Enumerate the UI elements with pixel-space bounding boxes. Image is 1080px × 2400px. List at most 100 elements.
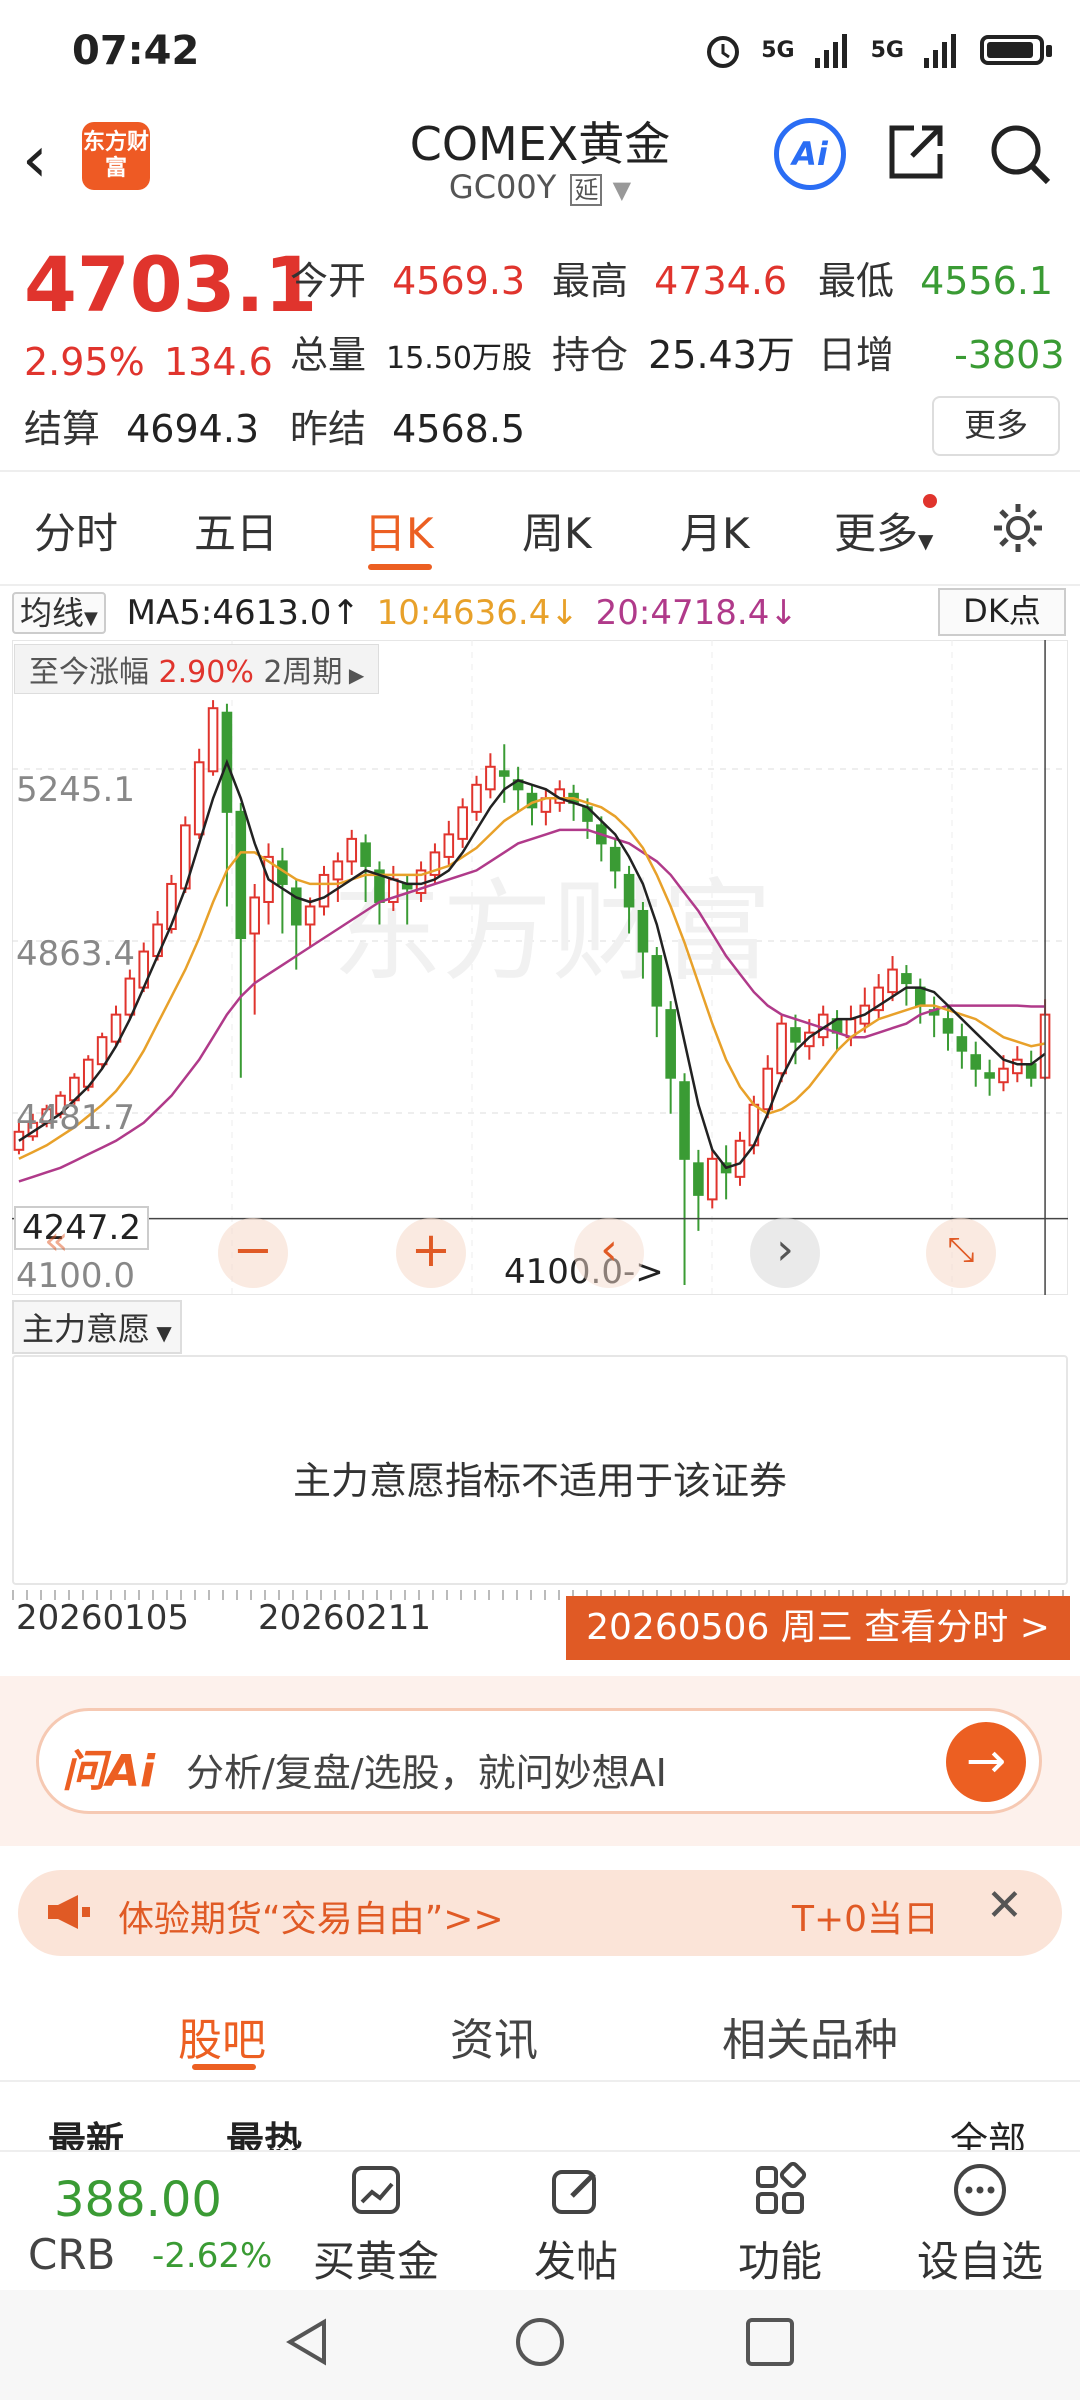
candle-body: [984, 1072, 995, 1079]
buy-gold-button[interactable]: 买黄金: [306, 2162, 446, 2289]
post-button[interactable]: 发帖: [506, 2162, 646, 2289]
daily-inc-value: -3803: [954, 333, 1065, 377]
chevron-down-icon: ▼: [612, 176, 632, 204]
low-label: 最低: [818, 259, 895, 303]
promo-text[interactable]: 体验期货“交易自由”>>: [118, 1890, 504, 1942]
chevron-down-icon: ▼: [150, 1321, 172, 1345]
share-icon[interactable]: [884, 120, 948, 184]
indicator-dropdown[interactable]: 主力意愿 ▼: [12, 1300, 182, 1354]
ai-button[interactable]: Ai: [774, 118, 846, 190]
notification-dot: [923, 494, 938, 508]
candle-body: [706, 1157, 718, 1201]
indicator-dropdown-label: 主力意愿: [22, 1310, 151, 1348]
candle-body: [249, 896, 260, 935]
ma-dropdown-label: 均线: [20, 594, 85, 632]
candle-body: [360, 842, 371, 867]
tab-daily-k[interactable]: 日K: [364, 500, 434, 561]
candle-body: [193, 761, 205, 836]
gain-label: 至今涨幅: [29, 655, 149, 690]
functions-label: 功能: [737, 2237, 822, 2286]
arrow-down-icon-2: ↓: [769, 593, 798, 633]
more-dots-icon: [954, 2164, 1006, 2216]
candle-body: [679, 1081, 690, 1160]
status-bar: 07:42 5G 5G: [0, 0, 1080, 100]
tab-more-label: 更多: [834, 509, 919, 558]
change-value: 134.6: [164, 340, 273, 384]
ai-search-input[interactable]: 分析/复盘/选股，就问妙想AI: [186, 1742, 667, 1797]
crb-name[interactable]: CRB: [28, 2230, 115, 2279]
close-icon[interactable]: ✕: [986, 1880, 1023, 1931]
nav-recents-icon[interactable]: [744, 2316, 796, 2368]
crb-value[interactable]: 388.00: [54, 2172, 222, 2228]
search-icon[interactable]: [986, 120, 1054, 188]
battery-icon: [980, 35, 1052, 65]
tab-monthly-k[interactable]: 月K: [680, 500, 750, 561]
grid-icon: [756, 2161, 807, 2214]
add-watchlist-button[interactable]: 设自选: [910, 2162, 1050, 2289]
oi-cell: 持仓 25.43万: [552, 324, 795, 379]
tab-weekly-k[interactable]: 周K: [522, 500, 592, 561]
candle-body: [637, 909, 649, 953]
scroll-right-button[interactable]: ›: [750, 1218, 820, 1288]
candle-body: [471, 783, 482, 813]
alarm-icon: [707, 36, 740, 68]
signal-5g-2: 5G: [870, 37, 904, 63]
tab-related[interactable]: 相关品种: [722, 2004, 898, 2068]
candle-body: [346, 837, 358, 863]
tab-guba[interactable]: 股吧: [178, 2004, 266, 2068]
signal-5g-1: 5G: [761, 37, 795, 63]
ma10-value: 10:4636.4: [376, 593, 551, 633]
signal-icon: [814, 34, 847, 68]
k-line-chart[interactable]: 东方财富: [12, 640, 1068, 1295]
date-start: 20260105: [16, 1598, 190, 1638]
dk-points-button[interactable]: DK点: [938, 588, 1066, 636]
indicator-message: 主力意愿指标不适用于该证券: [292, 1459, 787, 1503]
arrow-down-icon: ↓: [550, 593, 579, 633]
tab-more[interactable]: 更多▼: [834, 494, 938, 561]
gain-period: 2周期: [263, 655, 343, 690]
candle-body: [970, 1054, 982, 1070]
delay-tag: 延: [570, 174, 603, 206]
daily-inc-label: 日增: [818, 333, 895, 377]
candle-body: [485, 765, 496, 791]
tab-news[interactable]: 资讯: [450, 2004, 538, 2068]
nav-home-icon[interactable]: [512, 2314, 568, 2370]
candle-body: [457, 806, 468, 840]
date-mid: 20260211: [258, 1598, 432, 1638]
clock: 07:42: [72, 28, 200, 74]
community-tab-underline: [192, 2064, 256, 2070]
tab-intraday[interactable]: 分时: [34, 500, 118, 561]
open-label: 今开: [290, 259, 367, 303]
view-intraday-button[interactable]: 20260506 周三 查看分时 >: [566, 1596, 1070, 1660]
rewind-icon[interactable]: «: [44, 1218, 68, 1264]
edit-icon: [552, 2170, 596, 2214]
zoom-in-button[interactable]: +: [396, 1218, 466, 1288]
candle-body: [290, 887, 302, 926]
candle-body: [304, 905, 316, 926]
candle-body: [332, 860, 344, 881]
ma-dropdown[interactable]: 均线▼: [12, 592, 106, 634]
scroll-left-button[interactable]: ‹: [574, 1218, 644, 1288]
fullscreen-button[interactable]: ⤡: [926, 1218, 996, 1288]
high-cell: 最高 4734.6: [552, 250, 787, 305]
period-gain-tag[interactable]: 至今涨幅 2.90% 2周期 ▶: [14, 644, 380, 694]
tab-five-day[interactable]: 五日: [194, 500, 278, 561]
candle-body: [1025, 1063, 1037, 1079]
more-quote-button[interactable]: 更多: [932, 396, 1060, 456]
nav-back-icon[interactable]: [280, 2314, 336, 2370]
signal-icon-2: [924, 34, 956, 68]
active-tab-underline: [368, 564, 432, 570]
candle-body: [318, 873, 330, 908]
ai-submit-button[interactable]: →: [946, 1722, 1026, 1802]
post-label: 发帖: [533, 2237, 618, 2286]
zoom-out-button[interactable]: −: [218, 1218, 288, 1288]
ma-legend: 均线▼ MA5:4613.0↑ 10:4636.4↓ 20:4718.4↓: [12, 588, 798, 634]
system-nav-bar: [0, 2290, 1080, 2400]
quote-row-1: 今开 4569.3: [290, 250, 525, 305]
candle-body: [998, 1067, 1009, 1084]
megaphone-icon: [48, 1895, 90, 1929]
candle-body: [609, 846, 621, 872]
gear-icon[interactable]: [990, 500, 1046, 556]
low-cell: 最低 4556.1: [818, 250, 1053, 305]
functions-button[interactable]: 功能: [710, 2161, 850, 2289]
